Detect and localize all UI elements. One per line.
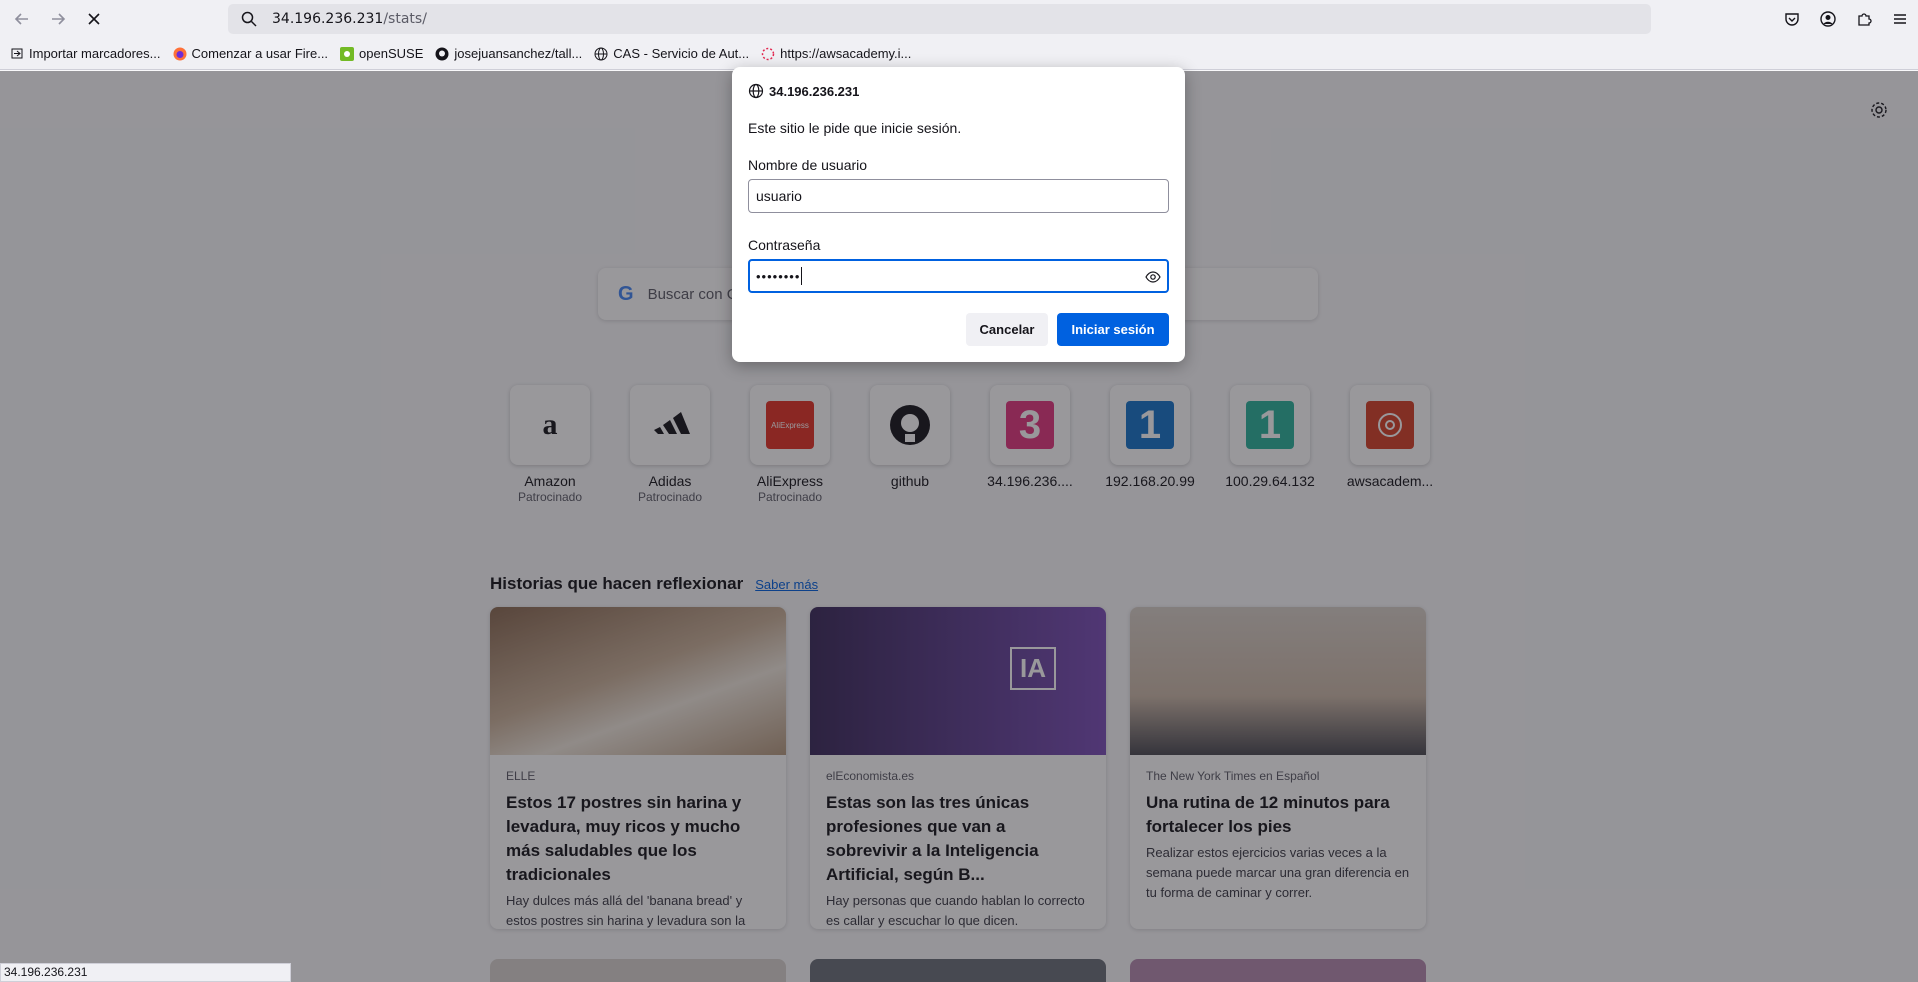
bookmark-firefox[interactable]: Comenzar a usar Fire... bbox=[173, 46, 329, 61]
toolbar-right bbox=[1774, 4, 1918, 34]
url-text: 34.196.236.231/stats/ bbox=[272, 11, 427, 27]
arrow-left-icon bbox=[14, 13, 28, 25]
text-caret bbox=[801, 267, 803, 285]
close-icon bbox=[88, 13, 100, 25]
bookmark-import[interactable]: Importar marcadores... bbox=[10, 46, 161, 61]
loading-icon bbox=[761, 47, 775, 61]
username-value: usuario bbox=[756, 188, 802, 204]
bookmark-label: CAS - Servicio de Aut... bbox=[613, 46, 750, 61]
auth-dialog: 34.196.236.231 Este sitio le pide que in… bbox=[732, 67, 1185, 362]
forward-button[interactable] bbox=[43, 4, 73, 34]
password-label: Contraseña bbox=[748, 237, 821, 253]
bookmark-label: Importar marcadores... bbox=[29, 46, 161, 61]
globe-icon bbox=[748, 83, 764, 99]
bookmark-label: josejuansanchez/tall... bbox=[454, 46, 583, 61]
bookmark-opensuse[interactable]: openSUSE bbox=[340, 46, 423, 61]
url-host: 34.196.236.231 bbox=[272, 11, 384, 27]
bookmarks-bar: Importar marcadores... Comenzar a usar F… bbox=[0, 38, 1918, 70]
hamburger-icon bbox=[1894, 14, 1906, 24]
sign-in-button[interactable]: Iniciar sesión bbox=[1057, 313, 1169, 346]
account-icon bbox=[1820, 11, 1836, 27]
extensions-button[interactable] bbox=[1846, 4, 1882, 34]
browser-toolbar: 34.196.236.231/stats/ bbox=[0, 0, 1918, 38]
search-icon bbox=[241, 11, 257, 27]
bookmark-label: https://awsacademy.i... bbox=[780, 46, 912, 61]
password-field[interactable]: •••••••• bbox=[748, 259, 1169, 293]
eye-icon[interactable] bbox=[1145, 269, 1161, 285]
dialog-buttons: Cancelar Iniciar sesión bbox=[966, 313, 1169, 346]
bookmark-cas[interactable]: CAS - Servicio de Aut... bbox=[594, 46, 749, 61]
globe-icon bbox=[594, 47, 608, 61]
bookmark-awsacademy[interactable]: https://awsacademy.i... bbox=[761, 46, 911, 61]
dialog-host: 34.196.236.231 bbox=[748, 83, 1169, 99]
dialog-message: Este sitio le pide que inicie sesión. bbox=[748, 120, 962, 136]
bookmark-label: openSUSE bbox=[359, 46, 424, 61]
stop-button[interactable] bbox=[79, 4, 109, 34]
menu-button[interactable] bbox=[1882, 4, 1918, 34]
url-path: /stats/ bbox=[383, 11, 427, 27]
username-label: Nombre de usuario bbox=[748, 157, 868, 173]
pocket-icon bbox=[1785, 13, 1799, 26]
bookmark-label: Comenzar a usar Fire... bbox=[191, 46, 329, 61]
bookmark-github[interactable]: josejuansanchez/tall... bbox=[435, 46, 582, 61]
back-button[interactable] bbox=[7, 4, 37, 34]
account-button[interactable] bbox=[1810, 4, 1846, 34]
dialog-host-text: 34.196.236.231 bbox=[769, 83, 860, 99]
arrow-right-icon bbox=[52, 13, 66, 25]
url-bar[interactable]: 34.196.236.231/stats/ bbox=[228, 4, 1651, 34]
password-value: •••••••• bbox=[756, 268, 801, 284]
puzzle-icon bbox=[1858, 13, 1872, 26]
status-bar: 34.196.236.231 bbox=[0, 963, 291, 982]
firefox-icon bbox=[173, 47, 187, 61]
pocket-button[interactable] bbox=[1774, 4, 1810, 34]
import-icon bbox=[10, 47, 24, 61]
github-icon bbox=[435, 47, 449, 61]
cancel-button[interactable]: Cancelar bbox=[966, 313, 1048, 346]
username-field[interactable]: usuario bbox=[748, 179, 1169, 213]
opensuse-icon bbox=[340, 46, 355, 61]
